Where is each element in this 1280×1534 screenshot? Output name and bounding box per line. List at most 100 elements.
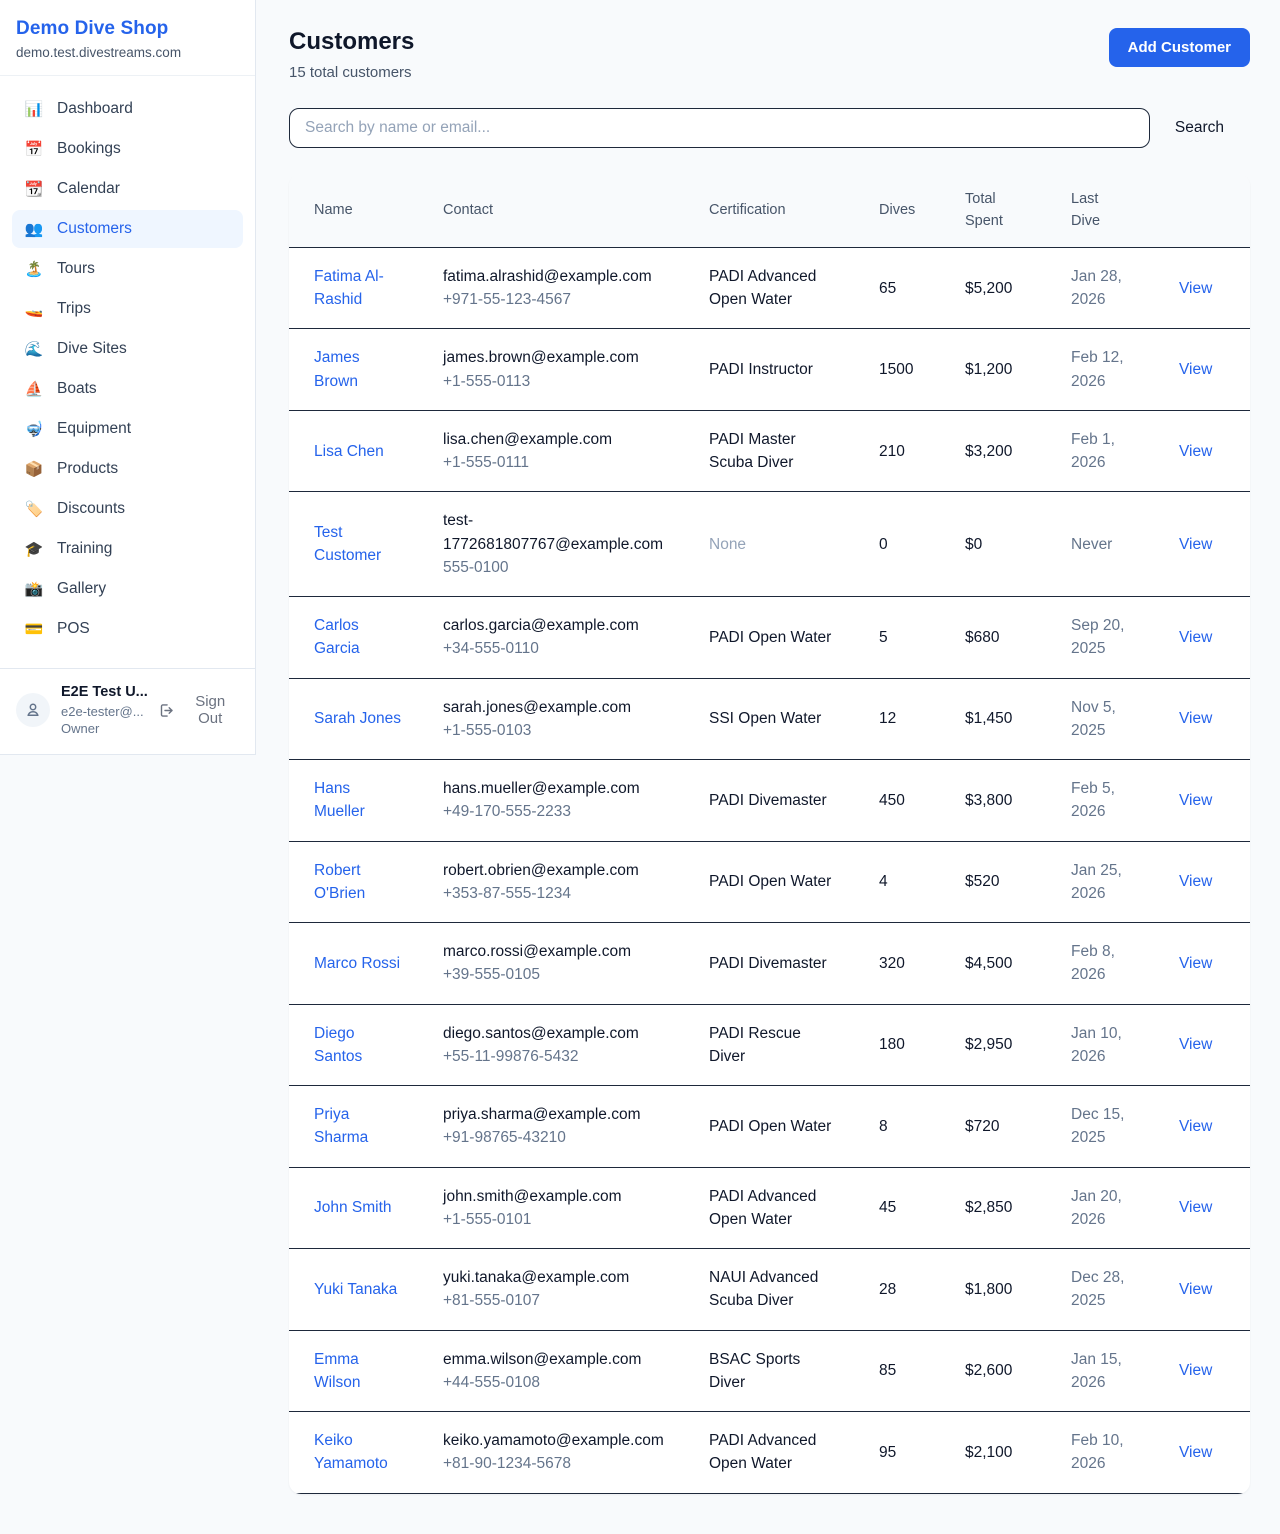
view-customer-link[interactable]: View — [1179, 792, 1212, 809]
search-input[interactable] — [289, 108, 1150, 148]
customer-dives: 180 — [867, 1004, 953, 1086]
customer-name-link-diego-santos[interactable]: Diego Santos — [314, 1022, 405, 1069]
customer-certification: BSAC Sports Diver — [709, 1348, 838, 1395]
customer-total-spent: $2,850 — [953, 1167, 1059, 1249]
customer-name-link-marco-rossi[interactable]: Marco Rossi — [314, 952, 400, 975]
sidebar-item-gallery[interactable]: 📸 Gallery — [12, 570, 243, 608]
view-customer-link[interactable]: View — [1179, 1199, 1212, 1216]
view-customer-link[interactable]: View — [1179, 443, 1212, 460]
customer-certification: PADI Advanced Open Water — [709, 265, 838, 312]
view-customer-link[interactable]: View — [1179, 1362, 1212, 1379]
view-customer-link[interactable]: View — [1179, 710, 1212, 727]
view-customer-link[interactable]: View — [1179, 873, 1212, 890]
total-customers-count: 15 total customers — [289, 64, 414, 81]
column-header-dives: Dives — [867, 174, 953, 247]
view-customer-link[interactable]: View — [1179, 361, 1212, 378]
customer-name-link-lisa-chen[interactable]: Lisa Chen — [314, 440, 384, 463]
view-customer-link[interactable]: View — [1179, 1444, 1212, 1461]
sidebar-item-dive-sites[interactable]: 🌊 Dive Sites — [12, 330, 243, 368]
column-header-certification: Certification — [697, 174, 867, 247]
sidebar-item-trips[interactable]: 🚤 Trips — [12, 290, 243, 328]
customer-last-dive: Jan 25, 2026 — [1071, 859, 1137, 906]
shop-name: Demo Dive Shop — [16, 18, 239, 40]
customer-certification: NAUI Advanced Scuba Diver — [709, 1266, 838, 1313]
view-customer-link[interactable]: View — [1179, 1118, 1212, 1135]
package-icon: 📦 — [24, 462, 44, 477]
customer-email: james.brown@example.com — [443, 346, 676, 369]
table-row: James Brown james.brown@example.com +1-5… — [289, 329, 1250, 411]
customer-name-link-priya-sharma[interactable]: Priya Sharma — [314, 1103, 405, 1150]
main-content: Customers 15 total customers Add Custome… — [256, 0, 1280, 1534]
customer-total-spent: $2,100 — [953, 1412, 1059, 1494]
add-customer-button[interactable]: Add Customer — [1109, 28, 1250, 67]
customer-total-spent: $2,600 — [953, 1330, 1059, 1412]
customer-email: hans.mueller@example.com — [443, 777, 676, 800]
customer-certification: PADI Open Water — [709, 626, 831, 649]
customer-total-spent: $720 — [953, 1086, 1059, 1168]
customer-name-link-emma-wilson[interactable]: Emma Wilson — [314, 1348, 405, 1395]
customer-name-link-carlos-garcia[interactable]: Carlos Garcia — [314, 614, 405, 661]
customer-email: sarah.jones@example.com — [443, 696, 676, 719]
customer-name-link-hans-mueller[interactable]: Hans Mueller — [314, 777, 405, 824]
view-customer-link[interactable]: View — [1179, 1281, 1212, 1298]
view-customer-link[interactable]: View — [1179, 536, 1212, 553]
customer-name-link-sarah-jones[interactable]: Sarah Jones — [314, 707, 401, 730]
customer-phone: +81-555-0107 — [443, 1289, 676, 1312]
customer-total-spent: $3,200 — [953, 410, 1059, 492]
sidebar-item-pos[interactable]: 💳 POS — [12, 610, 243, 648]
customer-dives: 450 — [867, 760, 953, 842]
customer-name-link-john-smith[interactable]: John Smith — [314, 1196, 392, 1219]
customer-name-link-fatima-al-rashid[interactable]: Fatima Al-Rashid — [314, 265, 405, 312]
customer-dives: 8 — [867, 1086, 953, 1168]
sidebar-item-equipment[interactable]: 🤿 Equipment — [12, 410, 243, 448]
view-customer-link[interactable]: View — [1179, 280, 1212, 297]
view-customer-link[interactable]: View — [1179, 955, 1212, 972]
customer-phone: +44-555-0108 — [443, 1371, 676, 1394]
customer-last-dive: Dec 15, 2025 — [1071, 1103, 1137, 1150]
customer-dives: 45 — [867, 1167, 953, 1249]
sidebar-item-dashboard[interactable]: 📊 Dashboard — [12, 90, 243, 128]
customer-certification: PADI Divemaster — [709, 789, 827, 812]
customer-dives: 65 — [867, 247, 953, 329]
customer-certification: PADI Advanced Open Water — [709, 1185, 838, 1232]
user-role: Owner — [61, 720, 147, 738]
customer-total-spent: $680 — [953, 597, 1059, 679]
sidebar-item-bookings[interactable]: 📅 Bookings — [12, 130, 243, 168]
customer-dives: 0 — [867, 492, 953, 597]
customer-name-link-yuki-tanaka[interactable]: Yuki Tanaka — [314, 1278, 397, 1301]
search-row: Search — [289, 108, 1250, 148]
customer-certification: PADI Open Water — [709, 1115, 831, 1138]
shop-domain: demo.test.divestreams.com — [16, 45, 239, 60]
sign-out-button[interactable]: Sign Out — [158, 693, 239, 727]
view-customer-link[interactable]: View — [1179, 1036, 1212, 1053]
sidebar-item-label: Trips — [57, 300, 91, 318]
customer-total-spent: $3,800 — [953, 760, 1059, 842]
user-info: E2E Test U... e2e-tester@... Owner — [61, 683, 147, 738]
customer-total-spent: $1,200 — [953, 329, 1059, 411]
search-button[interactable]: Search — [1150, 119, 1250, 137]
view-customer-link[interactable]: View — [1179, 629, 1212, 646]
customer-name-link-test-customer[interactable]: Test Customer — [314, 521, 405, 568]
table-row: Test Customer test-1772681807767@example… — [289, 492, 1250, 597]
sidebar-item-tours[interactable]: 🏝️ Tours — [12, 250, 243, 288]
customer-dives: 12 — [867, 678, 953, 760]
table-row: Fatima Al-Rashid fatima.alrashid@example… — [289, 247, 1250, 329]
customer-name-link-robert-o-brien[interactable]: Robert O'Brien — [314, 859, 405, 906]
sidebar-item-training[interactable]: 🎓 Training — [12, 530, 243, 568]
customer-dives: 210 — [867, 410, 953, 492]
sidebar-item-calendar[interactable]: 📆 Calendar — [12, 170, 243, 208]
customer-email: priya.sharma@example.com — [443, 1103, 676, 1126]
calendar-icon: 📅 — [24, 142, 44, 157]
customer-name-link-james-brown[interactable]: James Brown — [314, 346, 405, 393]
person-icon — [24, 701, 42, 719]
sidebar-item-label: Dive Sites — [57, 340, 127, 358]
sidebar-item-discounts[interactable]: 🏷️ Discounts — [12, 490, 243, 528]
customer-name-link-keiko-yamamoto[interactable]: Keiko Yamamoto — [314, 1429, 405, 1476]
sidebar-item-boats[interactable]: ⛵ Boats — [12, 370, 243, 408]
table-row: Carlos Garcia carlos.garcia@example.com … — [289, 597, 1250, 679]
customer-certification: PADI Rescue Diver — [709, 1022, 838, 1069]
customer-email: fatima.alrashid@example.com — [443, 265, 676, 288]
sidebar-item-customers[interactable]: 👥 Customers — [12, 210, 243, 248]
customer-phone: +353-87-555-1234 — [443, 882, 676, 905]
sidebar-item-products[interactable]: 📦 Products — [12, 450, 243, 488]
